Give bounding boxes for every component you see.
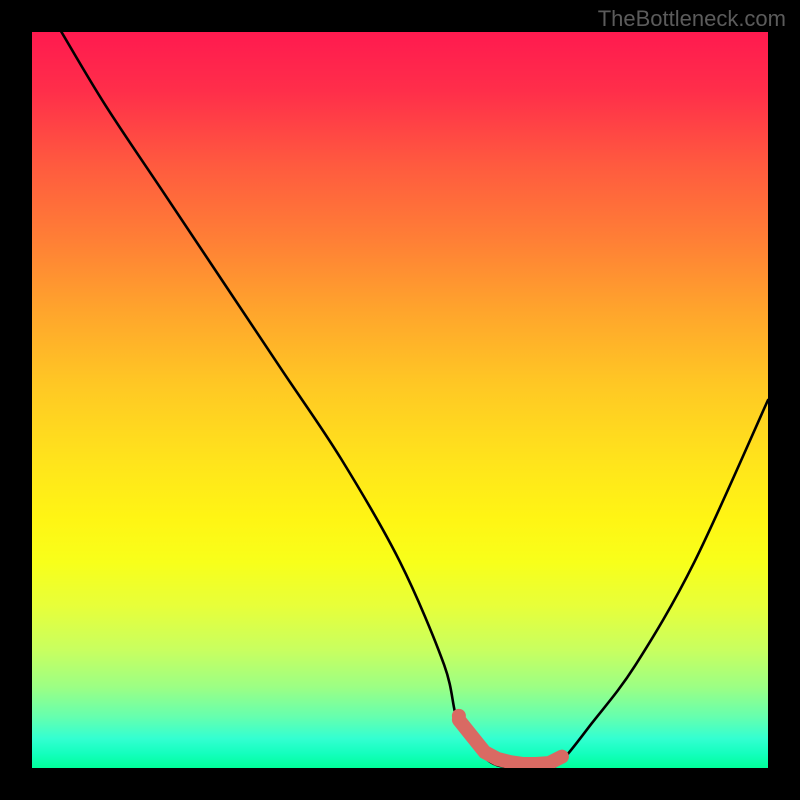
- chart-svg-layer: [32, 32, 768, 768]
- chart-plot-area: [32, 32, 768, 768]
- watermark-text: TheBottleneck.com: [598, 6, 786, 32]
- optimal-band-start-dot: [452, 709, 466, 723]
- optimal-band-marker: [459, 720, 562, 764]
- bottleneck-curve: [61, 32, 768, 768]
